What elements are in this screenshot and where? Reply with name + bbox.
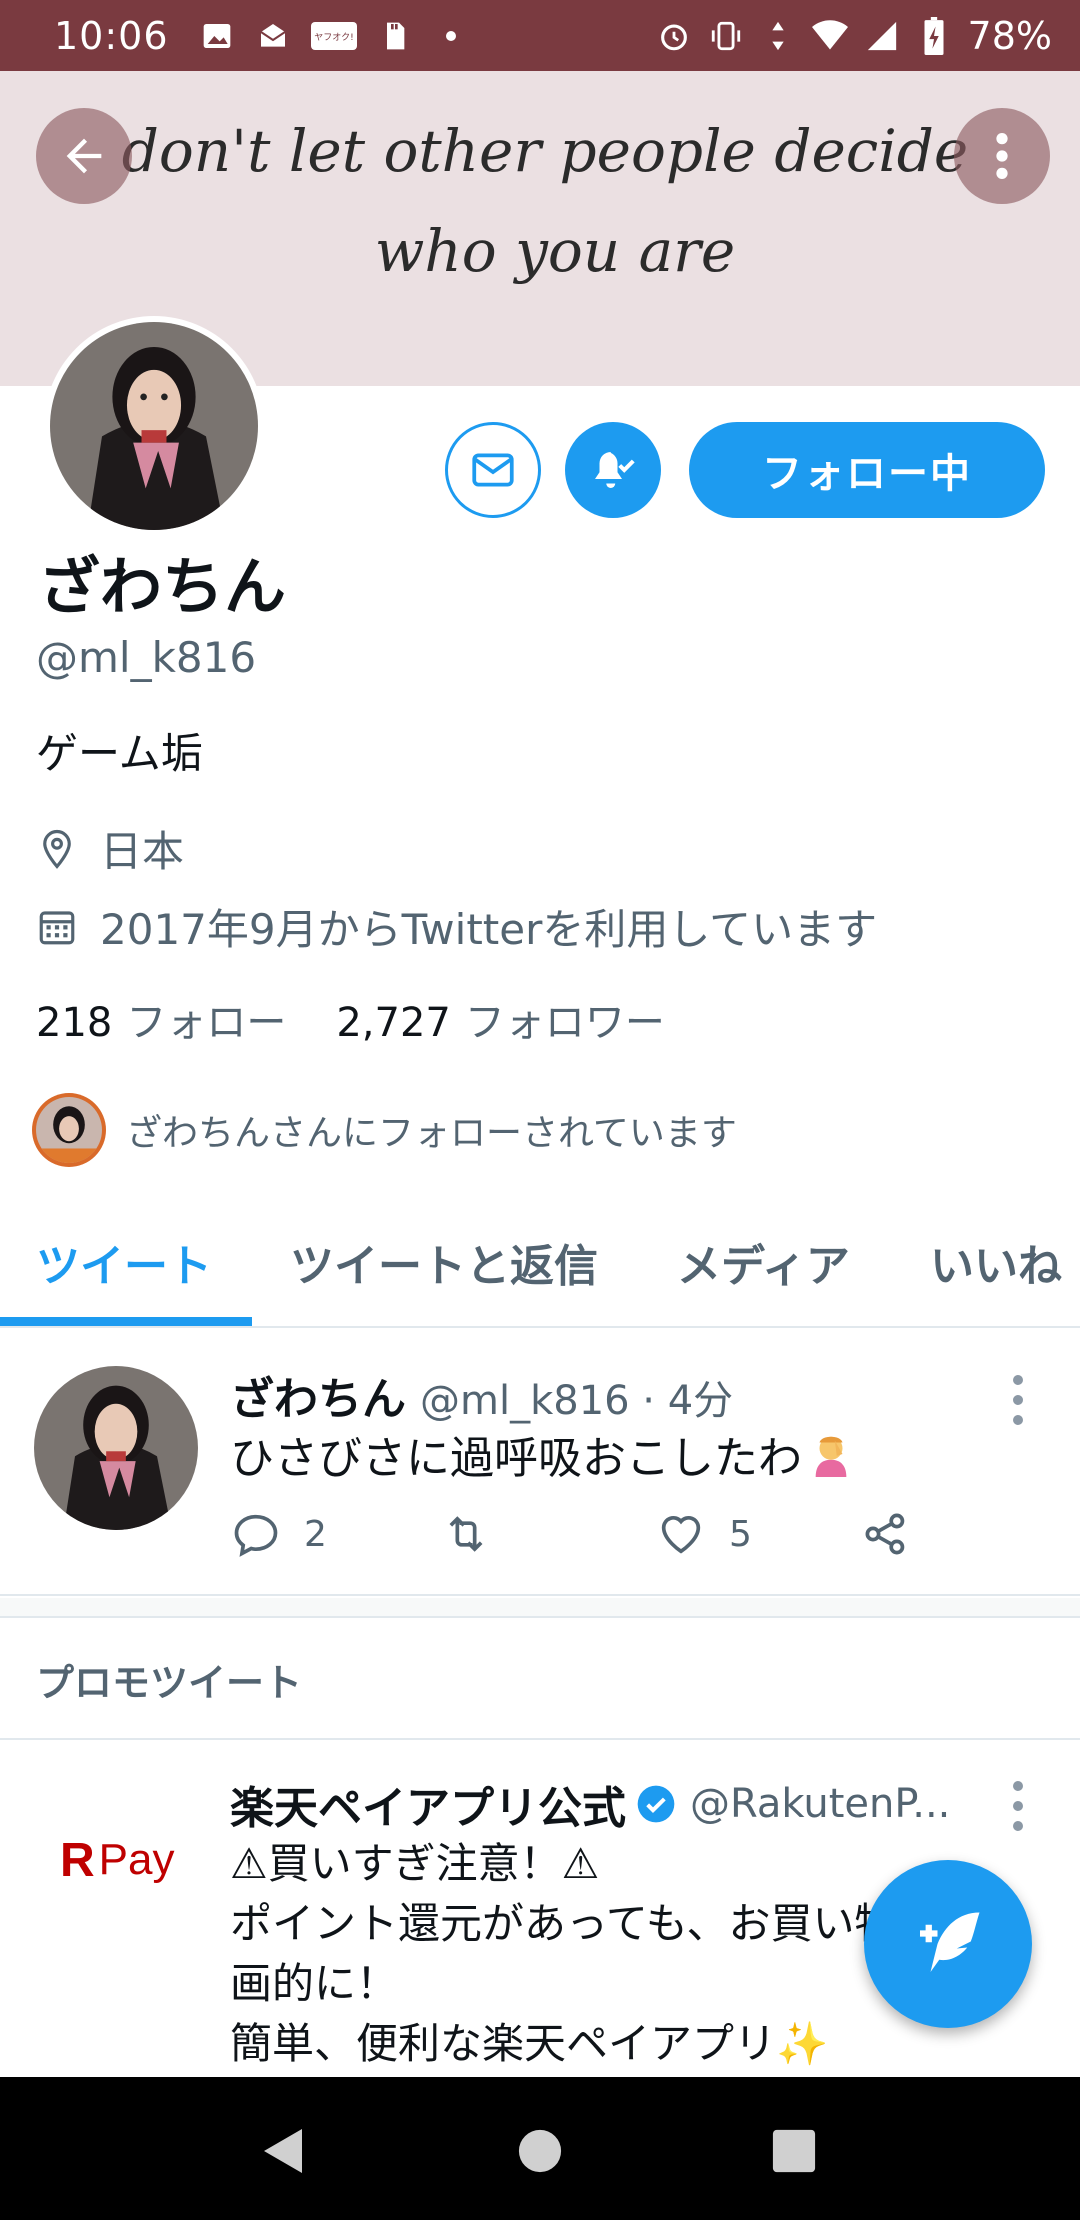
tab-media[interactable]: メディア — [677, 1196, 850, 1328]
section-separator — [0, 1598, 1080, 1618]
tweet-handle-time: @ml_k816 · 4分 — [420, 1378, 734, 1424]
location-text: 日本 — [100, 827, 185, 876]
envelope-icon — [472, 453, 514, 487]
tweet-author-name: ざわちん — [230, 1374, 406, 1425]
banner-line-2: who you are — [375, 217, 735, 285]
dot-icon — [433, 18, 469, 54]
mail-stamp-icon — [255, 18, 291, 54]
triangle-back-icon — [264, 2129, 302, 2173]
retweet-icon — [449, 1516, 483, 1552]
compose-tweet-button[interactable] — [864, 1860, 1032, 2028]
like-button[interactable]: 5 — [655, 1508, 752, 1560]
status-time: 10:06 — [54, 13, 169, 58]
profile-avatar[interactable] — [44, 316, 264, 536]
circle-home-icon — [518, 2129, 562, 2173]
banner-line-1: don't let other people decide — [122, 117, 969, 185]
nav-back-button[interactable] — [252, 2121, 312, 2181]
battery-charging-icon — [916, 16, 952, 55]
battery-percent: 78% — [967, 13, 1052, 58]
notifications-button[interactable] — [565, 422, 661, 518]
location-pin-icon — [36, 828, 78, 870]
more-vertical-icon — [1013, 1781, 1023, 1831]
sd-card-icon — [377, 18, 413, 54]
followed-by-text: ざわちんさんにフォローされています — [126, 1113, 737, 1154]
back-button[interactable] — [36, 108, 132, 204]
tab-likes[interactable]: いいね — [930, 1196, 1062, 1328]
followers-link[interactable]: 2,727 フォロワー — [336, 990, 665, 1048]
share-icon — [865, 1513, 905, 1555]
tab-tweets[interactable]: ツイート — [36, 1196, 212, 1328]
followers-label: フォロワー — [464, 1000, 665, 1046]
yahuoku-app-icon: ヤフオク! — [310, 18, 357, 54]
following-button[interactable]: フォロー中 — [689, 422, 1045, 518]
tweet-body: ひさびさに過呼吸おこしたわ — [230, 1433, 802, 1484]
following-count: 218 — [36, 1000, 113, 1046]
image-icon — [199, 18, 235, 54]
alarm-icon — [656, 18, 692, 54]
data-arrows-icon — [760, 18, 796, 54]
profile-tabs: ツイート ツイートと返信 メディア いいね — [0, 1196, 1080, 1328]
followed-by-row: ざわちんさんにフォローされています — [32, 1093, 737, 1167]
profile-bio: ゲーム垢 — [36, 729, 203, 778]
retweet-button[interactable] — [440, 1508, 492, 1560]
promo-menu-button[interactable] — [1008, 1776, 1028, 1836]
profile-join-date: 2017年9月からTwitterを利用しています — [36, 896, 877, 957]
rakuten-pay-logo[interactable]: R Pay — [60, 1830, 190, 1890]
avatar-photo — [50, 322, 258, 530]
yahuoku-badge-text: ヤフオク! — [314, 32, 353, 43]
message-button[interactable] — [445, 422, 541, 518]
active-tab-indicator — [0, 1317, 252, 1326]
vibrate-icon — [708, 18, 744, 54]
profile-handle: @ml_k816 — [36, 633, 257, 682]
square-recents-icon — [772, 2129, 816, 2173]
tab-tweets-replies[interactable]: ツイートと返信 — [290, 1196, 598, 1328]
tweet-actions: 2 5 — [230, 1508, 1050, 1568]
profile-location: 日本 — [36, 818, 184, 879]
promoted-tweet-header: プロモツイート — [0, 1620, 1080, 1740]
reply-button[interactable]: 2 — [230, 1508, 327, 1560]
follow-counts: 218 フォロー 2,727 フォロワー — [36, 990, 665, 1048]
following-label: フォロー — [126, 1000, 287, 1046]
bell-check-icon — [595, 452, 635, 488]
facepalm-emoji-icon — [808, 1431, 854, 1477]
nav-home-button[interactable] — [510, 2121, 570, 2181]
reply-icon — [234, 1514, 278, 1557]
more-options-button[interactable] — [954, 108, 1050, 204]
reply-count: 2 — [304, 1513, 327, 1555]
wifi-icon — [811, 18, 848, 54]
following-link[interactable]: 218 フォロー — [36, 990, 286, 1048]
nav-recents-button[interactable] — [764, 2121, 824, 2181]
join-date-text: 2017年9月からTwitterを利用しています — [100, 905, 878, 954]
profile-display-name: ざわちん — [38, 550, 287, 623]
verified-badge-icon — [637, 1785, 675, 1823]
logo-pay: Pay — [98, 1835, 175, 1884]
tweet-avatar[interactable] — [34, 1366, 198, 1530]
system-nav-bar — [0, 2077, 1080, 2220]
status-bar: 10:06 ヤフオク! 78% — [0, 0, 1080, 71]
more-vertical-icon — [996, 133, 1008, 179]
tweet-text: ひさびさに過呼吸おこしたわ — [230, 1422, 854, 1486]
followers-count: 2,727 — [336, 1000, 451, 1046]
like-count: 5 — [729, 1513, 752, 1555]
tweet-menu-button[interactable] — [1008, 1370, 1028, 1430]
compose-feather-icon — [920, 1912, 980, 1972]
share-button[interactable] — [860, 1508, 912, 1560]
arrow-left-icon — [66, 138, 102, 174]
heart-icon — [661, 1516, 701, 1554]
signal-icon — [864, 18, 900, 54]
calendar-icon — [36, 906, 78, 948]
logo-r: R — [60, 1833, 95, 1887]
promo-author-name: 楽天ペイアプリ公式 — [230, 1783, 626, 1834]
small-avatar — [32, 1093, 106, 1167]
tweet-item[interactable]: ざわちん @ml_k816 · 4分 ひさびさに過呼吸おこしたわ 2 5 — [0, 1330, 1080, 1596]
more-vertical-icon — [1013, 1375, 1023, 1425]
promo-handle: @RakutenP... — [690, 1781, 951, 1827]
